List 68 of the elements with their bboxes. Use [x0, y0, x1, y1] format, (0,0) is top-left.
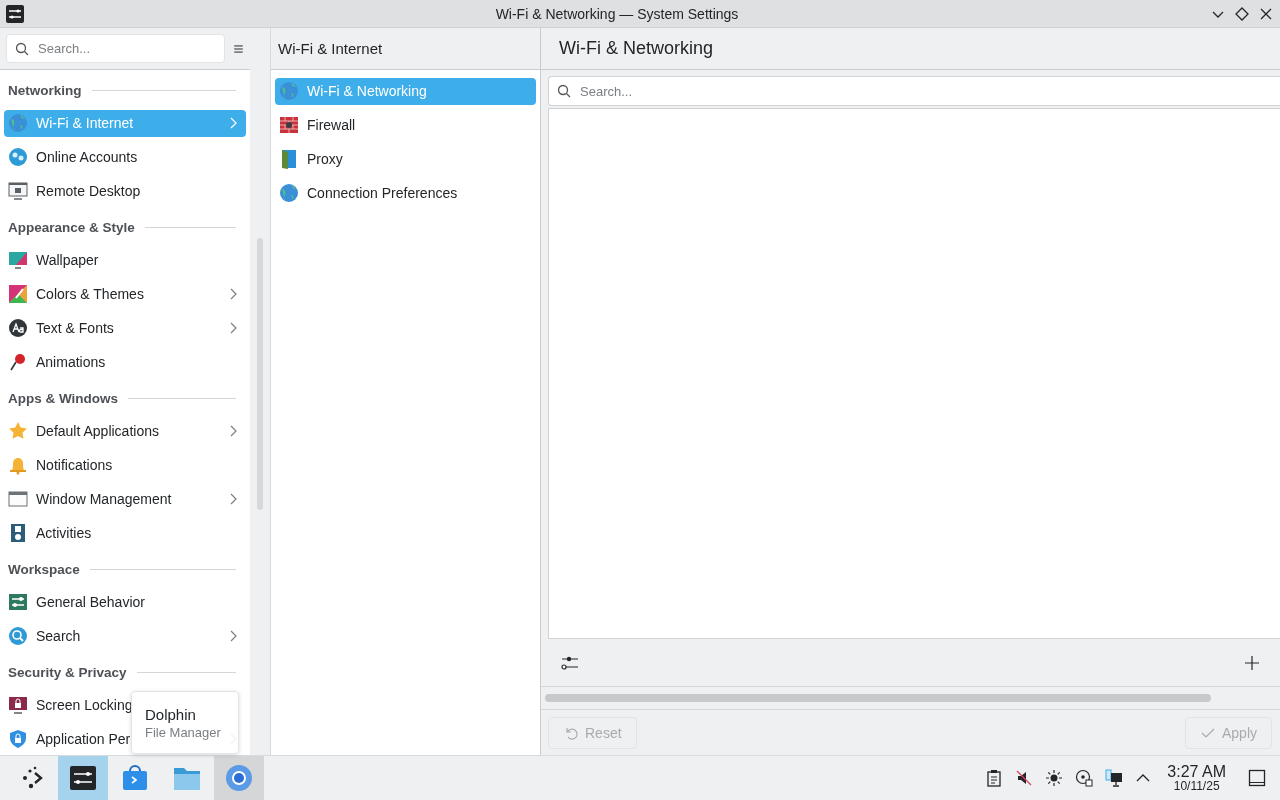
accounts-icon [8, 147, 28, 167]
sidebar-item[interactable]: Animations [4, 348, 246, 376]
sidebar-item[interactable]: Activities [4, 519, 246, 547]
section-heading: Security & Privacy [8, 664, 127, 680]
palette-icon [8, 284, 28, 304]
sidebar-item[interactable]: Wallpaper [4, 246, 246, 274]
sidebar-item[interactable]: General Behavior [4, 588, 246, 616]
settings-icon [68, 763, 98, 793]
scrollbar[interactable] [545, 694, 1211, 702]
category-item[interactable]: Firewall [275, 111, 536, 139]
section-heading: Apps & Windows [8, 390, 119, 406]
lock-icon [8, 695, 28, 715]
taskbar-app[interactable] [214, 756, 264, 800]
window-title: Wi-Fi & Networking — System Settings [494, 5, 740, 22]
sidebar-item[interactable]: Online Accounts [4, 143, 246, 171]
search-icon [15, 41, 29, 56]
globe-icon [279, 81, 299, 101]
app-icon [6, 4, 24, 23]
brick-wall-icon [279, 115, 299, 135]
muted-speaker-icon [1015, 769, 1034, 787]
pin-icon [8, 352, 28, 372]
taskbar-app[interactable] [58, 756, 108, 800]
disk-icon [1075, 769, 1094, 787]
show-desktop-button[interactable] [1248, 769, 1266, 787]
configure-icon[interactable] [560, 654, 580, 671]
wallpaper-icon [8, 250, 28, 270]
panel-title: Wi-Fi & Internet [278, 40, 383, 57]
sidebar-item[interactable]: Colors & Themes [4, 280, 246, 308]
activities-icon [8, 523, 28, 543]
sidebar-item[interactable]: Notifications [4, 451, 246, 479]
add-icon[interactable] [1244, 654, 1260, 671]
search-icon [557, 84, 571, 98]
sidebar-item[interactable]: Search [4, 622, 246, 650]
star-icon [8, 421, 28, 441]
sidebar-item[interactable]: Default Applications [4, 417, 246, 445]
network-icon [1105, 769, 1124, 787]
tooltip-subtitle: File Manager [145, 725, 222, 740]
door-icon [279, 149, 299, 169]
scrollbar[interactable] [257, 238, 263, 510]
section-heading: Networking [8, 82, 82, 98]
globe-icon [279, 183, 299, 203]
monitor-icon [8, 181, 28, 201]
browser-icon [224, 763, 254, 793]
sidebar-item[interactable]: Remote Desktop [4, 177, 246, 205]
clipboard-icon [985, 769, 1004, 787]
page-title: Wi-Fi & Networking [559, 38, 714, 59]
font-icon [8, 318, 28, 338]
shield-icon [8, 729, 28, 749]
maximize-button[interactable] [1234, 5, 1250, 22]
store-bag-icon [120, 763, 150, 793]
globe-icon [8, 113, 28, 133]
sidebar-item[interactable]: Text & Fonts [4, 314, 246, 342]
brightness-icon [1045, 769, 1064, 787]
tooltip-title: Dolphin [145, 706, 197, 723]
bell-icon [8, 455, 28, 475]
clock-date[interactable]: 10/11/25 [1173, 780, 1220, 792]
category-item[interactable]: Proxy [275, 145, 536, 173]
search-icon [8, 626, 28, 646]
search-field[interactable]: Search... [6, 34, 225, 63]
search-field[interactable]: Search... [548, 76, 1280, 106]
category-item[interactable]: Connection Preferences [275, 179, 536, 207]
undo-icon [563, 725, 579, 741]
behavior-icon [8, 592, 28, 612]
clock-time[interactable]: 3:27 AM [1167, 764, 1226, 780]
section-heading: Workspace [8, 561, 80, 577]
section-heading: Appearance & Style [8, 219, 135, 235]
window-icon [8, 489, 28, 509]
sidebar-item[interactable]: Window Management [4, 485, 246, 513]
